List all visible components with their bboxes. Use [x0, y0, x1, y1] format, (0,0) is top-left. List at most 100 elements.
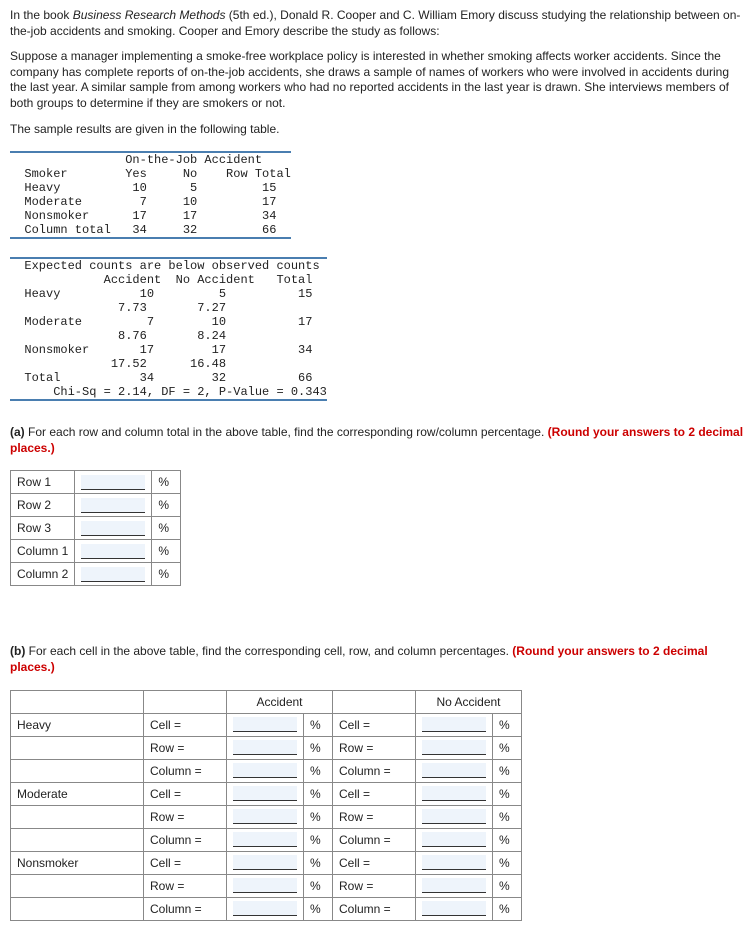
table-row: Moderate Cell = % Cell = % — [11, 782, 522, 805]
table-row: Heavy Cell = % Cell = % — [11, 713, 522, 736]
nonsmoker-acc-cell-input[interactable] — [233, 855, 297, 870]
question-b: (b) For each cell in the above table, fi… — [10, 644, 745, 675]
col-label: Column = — [144, 897, 227, 920]
cell-label: Cell = — [144, 713, 227, 736]
pct-label: % — [304, 874, 333, 897]
intro-paragraph-2: Suppose a manager implementing a smoke-f… — [10, 49, 745, 111]
heavy-acc-row-input[interactable] — [233, 740, 297, 755]
expected-counts-table: Expected counts are below observed count… — [10, 257, 327, 401]
cell-label: Cell = — [144, 851, 227, 874]
accident-header: Accident — [227, 690, 333, 713]
pct-label: % — [304, 828, 333, 851]
input-cell — [75, 494, 152, 517]
input-cell — [227, 782, 304, 805]
pct-label: % — [304, 897, 333, 920]
heavy-label: Heavy — [11, 713, 144, 736]
row2-label: Row 2 — [11, 494, 75, 517]
observed-counts-table: On-the-Job Accident Smoker Yes No Row To… — [10, 151, 291, 239]
pct-label: % — [493, 759, 522, 782]
blank-header — [144, 690, 227, 713]
pct-label: % — [152, 563, 181, 586]
intro-paragraph-3: The sample results are given in the foll… — [10, 122, 745, 138]
col2-input[interactable] — [81, 567, 145, 582]
table-row: Column 1% — [11, 540, 181, 563]
table-row: Row 3% — [11, 517, 181, 540]
input-cell — [227, 851, 304, 874]
nonsmoker-noacc-cell-input[interactable] — [422, 855, 486, 870]
table-row: Row 2% — [11, 494, 181, 517]
cell-label: Cell = — [333, 782, 416, 805]
table-row: Column 2% — [11, 563, 181, 586]
blank-header — [11, 690, 144, 713]
heavy-noacc-col-input[interactable] — [422, 763, 486, 778]
moderate-label: Moderate — [11, 782, 144, 805]
input-cell — [416, 828, 493, 851]
row3-label: Row 3 — [11, 517, 75, 540]
heavy-noacc-row-input[interactable] — [422, 740, 486, 755]
input-cell — [227, 759, 304, 782]
table-row: Row = % Row = % — [11, 736, 522, 759]
pct-label: % — [304, 805, 333, 828]
input-cell — [416, 897, 493, 920]
header-row: Accident No Accident — [11, 690, 522, 713]
table-row: Row = % Row = % — [11, 874, 522, 897]
table-row: Column = % Column = % — [11, 828, 522, 851]
qa-label: (a) — [10, 425, 25, 439]
row1-input[interactable] — [81, 475, 145, 490]
col1-label: Column 1 — [11, 540, 75, 563]
input-cell — [75, 540, 152, 563]
heavy-noacc-cell-input[interactable] — [422, 717, 486, 732]
pct-label: % — [304, 759, 333, 782]
row2-input[interactable] — [81, 498, 145, 513]
moderate-noacc-cell-input[interactable] — [422, 786, 486, 801]
moderate-acc-cell-input[interactable] — [233, 786, 297, 801]
pct-label: % — [493, 713, 522, 736]
moderate-acc-col-input[interactable] — [233, 832, 297, 847]
row-label: Row = — [144, 736, 227, 759]
pct-label: % — [152, 540, 181, 563]
table-row: Column = % Column = % — [11, 759, 522, 782]
input-cell — [416, 851, 493, 874]
blank-cell — [11, 805, 144, 828]
col1-input[interactable] — [81, 544, 145, 559]
table-a-inputs: Row 1% Row 2% Row 3% Column 1% Column 2% — [10, 470, 181, 586]
pct-label: % — [493, 828, 522, 851]
moderate-noacc-col-input[interactable] — [422, 832, 486, 847]
moderate-noacc-row-input[interactable] — [422, 809, 486, 824]
nonsmoker-acc-col-input[interactable] — [233, 901, 297, 916]
row-label: Row = — [333, 736, 416, 759]
input-cell — [75, 471, 152, 494]
blank-cell — [11, 874, 144, 897]
col-label: Column = — [333, 828, 416, 851]
book-title: Business Research Methods — [73, 8, 226, 22]
pct-label: % — [493, 805, 522, 828]
nonsmoker-acc-row-input[interactable] — [233, 878, 297, 893]
row3-input[interactable] — [81, 521, 145, 536]
pct-label: % — [304, 851, 333, 874]
pct-label: % — [304, 736, 333, 759]
nonsmoker-label: Nonsmoker — [11, 851, 144, 874]
question-a: (a) For each row and column total in the… — [10, 425, 745, 456]
pct-label: % — [493, 736, 522, 759]
input-cell — [416, 782, 493, 805]
pct-label: % — [304, 782, 333, 805]
nonsmoker-noacc-row-input[interactable] — [422, 878, 486, 893]
input-cell — [227, 736, 304, 759]
table-row: Column = % Column = % — [11, 897, 522, 920]
blank-cell — [11, 759, 144, 782]
pct-label: % — [493, 897, 522, 920]
row-label: Row = — [144, 805, 227, 828]
moderate-acc-row-input[interactable] — [233, 809, 297, 824]
input-cell — [227, 805, 304, 828]
row-label: Row = — [333, 805, 416, 828]
cell-label: Cell = — [144, 782, 227, 805]
heavy-acc-cell-input[interactable] — [233, 717, 297, 732]
qa-text: For each row and column total in the abo… — [25, 425, 548, 439]
table-row: Row = % Row = % — [11, 805, 522, 828]
pct-label: % — [493, 851, 522, 874]
no-accident-header: No Accident — [416, 690, 522, 713]
qb-label: (b) — [10, 644, 25, 658]
heavy-acc-col-input[interactable] — [233, 763, 297, 778]
nonsmoker-noacc-col-input[interactable] — [422, 901, 486, 916]
input-cell — [416, 736, 493, 759]
